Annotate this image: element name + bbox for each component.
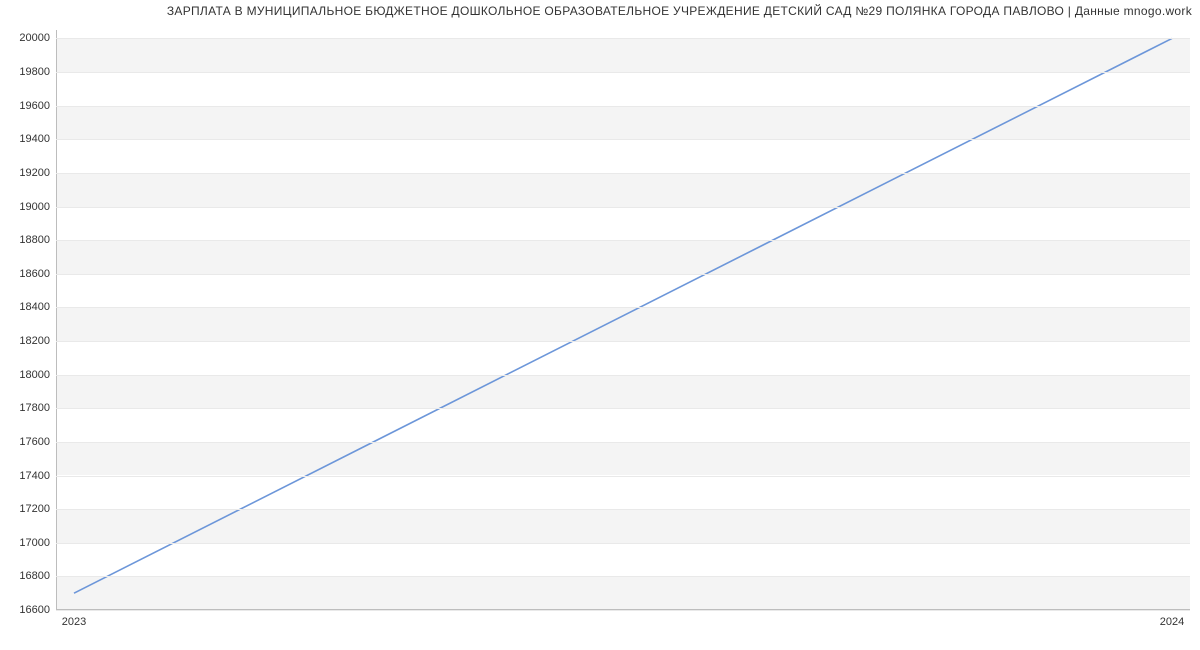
y-tick-label: 19600 — [19, 100, 56, 112]
y-tick-label: 17200 — [19, 503, 56, 515]
y-tick-label: 18000 — [19, 369, 56, 381]
y-gridline — [56, 240, 1190, 241]
y-gridline — [56, 207, 1190, 208]
y-tick-label: 18400 — [19, 301, 56, 313]
y-tick-label: 17400 — [19, 470, 56, 482]
y-gridline — [56, 72, 1190, 73]
y-gridline — [56, 408, 1190, 409]
plot-area: 1660016800170001720017400176001780018000… — [56, 30, 1190, 610]
y-gridline — [56, 274, 1190, 275]
y-tick-label: 17000 — [19, 537, 56, 549]
line-layer — [56, 30, 1190, 610]
chart-container: ЗАРПЛАТА В МУНИЦИПАЛЬНОЕ БЮДЖЕТНОЕ ДОШКО… — [0, 0, 1200, 650]
y-gridline — [56, 442, 1190, 443]
y-tick-label: 20000 — [19, 32, 56, 44]
y-tick-label: 17800 — [19, 402, 56, 414]
x-tick-label: 2024 — [1160, 610, 1184, 628]
y-gridline — [56, 375, 1190, 376]
y-tick-label: 16600 — [19, 604, 56, 616]
y-gridline — [56, 106, 1190, 107]
y-gridline — [56, 38, 1190, 39]
y-gridline — [56, 509, 1190, 510]
y-gridline — [56, 341, 1190, 342]
y-tick-label: 19000 — [19, 201, 56, 213]
y-gridline — [56, 173, 1190, 174]
y-tick-label: 19200 — [19, 167, 56, 179]
y-tick-label: 18200 — [19, 335, 56, 347]
y-gridline — [56, 610, 1190, 611]
y-gridline — [56, 576, 1190, 577]
chart-title: ЗАРПЛАТА В МУНИЦИПАЛЬНОЕ БЮДЖЕТНОЕ ДОШКО… — [167, 4, 1192, 18]
y-gridline — [56, 476, 1190, 477]
y-tick-label: 17600 — [19, 436, 56, 448]
y-tick-label: 19800 — [19, 66, 56, 78]
y-gridline — [56, 543, 1190, 544]
y-tick-label: 18600 — [19, 268, 56, 280]
y-tick-label: 16800 — [19, 570, 56, 582]
y-tick-label: 19400 — [19, 133, 56, 145]
x-tick-label: 2023 — [62, 610, 86, 628]
y-gridline — [56, 139, 1190, 140]
y-gridline — [56, 307, 1190, 308]
y-tick-label: 18800 — [19, 234, 56, 246]
